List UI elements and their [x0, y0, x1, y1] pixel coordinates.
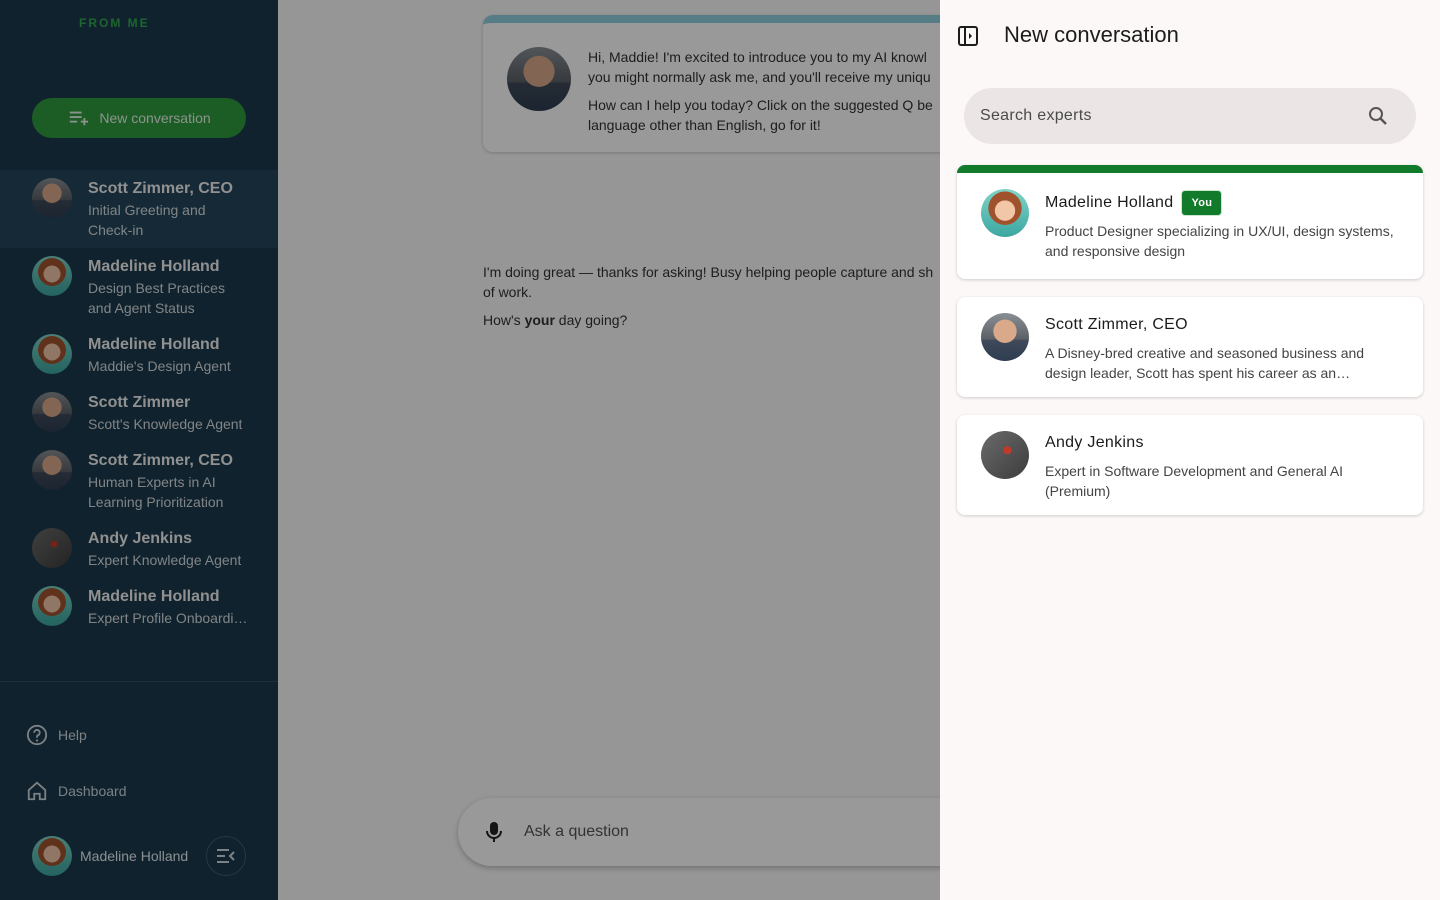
search-experts-input[interactable] — [980, 107, 1368, 125]
search-icon[interactable] — [1368, 106, 1388, 126]
expert-card[interactable]: Andy Jenkins Expert in Software Developm… — [957, 415, 1423, 515]
you-badge: You — [1181, 190, 1223, 216]
expert-description: Expert in Software Development and Gener… — [1045, 463, 1344, 499]
modal-scrim[interactable] — [0, 0, 940, 900]
expert-card[interactable]: Madeline Holland You Product Designer sp… — [957, 165, 1423, 279]
search-experts-box — [964, 88, 1416, 144]
new-conversation-panel: New conversation Madeline Holland You Pr… — [940, 0, 1440, 900]
panel-title: New conversation — [1004, 22, 1179, 47]
expert-name: Madeline Holland — [1045, 194, 1174, 211]
expert-description: A Disney-bred creative and seasoned busi… — [1045, 345, 1365, 381]
expert-name: Andy Jenkins — [1045, 434, 1144, 451]
panel-toggle-icon[interactable] — [958, 26, 978, 46]
avatar — [981, 189, 1029, 237]
expert-description: Product Designer specializing in UX/UI, … — [1045, 223, 1394, 259]
avatar — [981, 313, 1029, 361]
avatar — [981, 431, 1029, 479]
expert-card[interactable]: Scott Zimmer, CEO A Disney-bred creative… — [957, 297, 1423, 397]
expert-name: Scott Zimmer, CEO — [1045, 316, 1188, 333]
